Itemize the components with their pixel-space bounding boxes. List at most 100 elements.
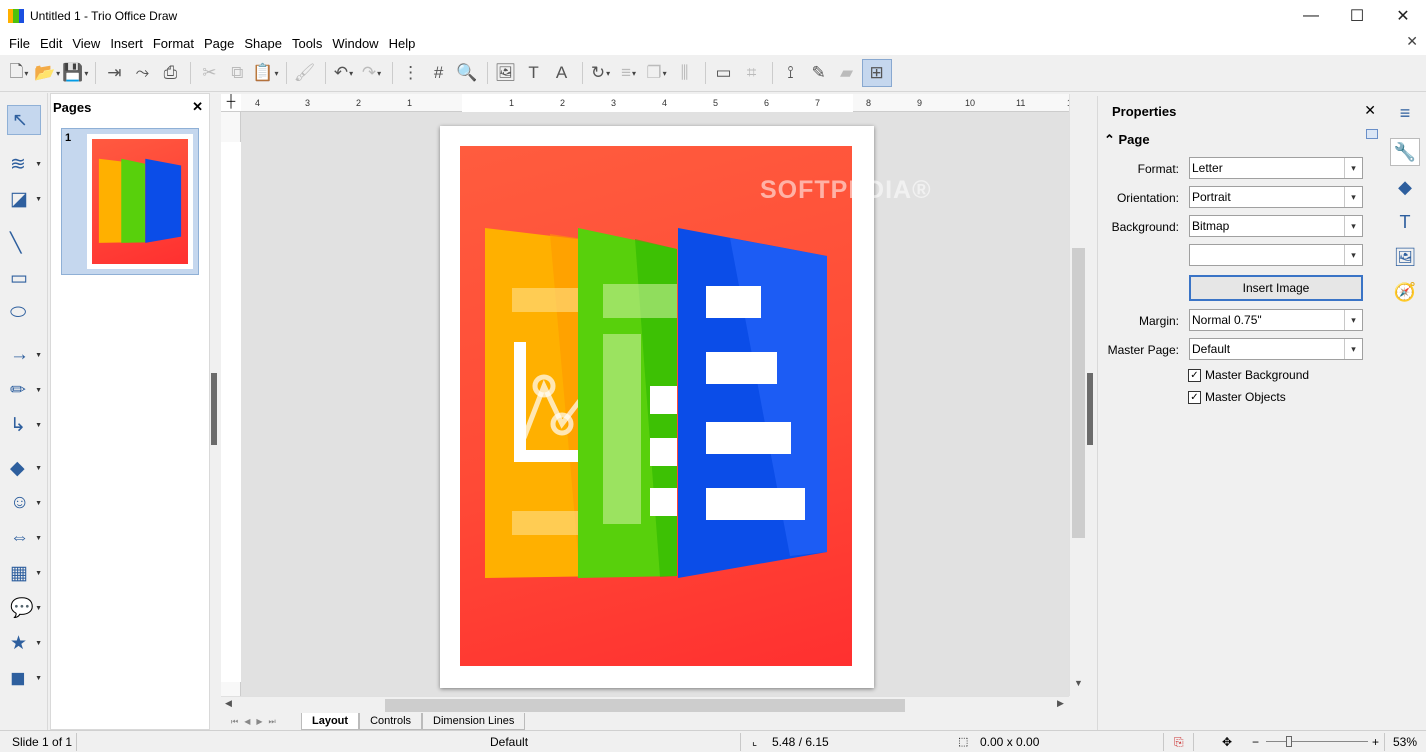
cut-icon[interactable]: ✂ [196, 59, 222, 87]
save-icon[interactable]: 💾 ▾ [62, 59, 88, 87]
grid-display-icon[interactable]: ⋮ [398, 59, 424, 87]
page[interactable]: SOFTPEDIA® [440, 126, 931, 688]
rectangle-icon[interactable]: ▭ [6, 263, 42, 293]
zoom-level[interactable]: 53% [1393, 735, 1417, 749]
arrow-icon[interactable]: → ▼ [6, 340, 42, 370]
menu-file[interactable]: File [4, 36, 35, 51]
vertical-scroll-thumb[interactable] [1072, 248, 1085, 538]
undo-icon[interactable]: ↶ ▾ [331, 59, 357, 87]
toggle-extrusion-icon[interactable]: ▰ [834, 59, 860, 87]
basic-shapes-icon[interactable]: ◆ ▼ [6, 453, 42, 483]
drawing-canvas[interactable]: SOFTPEDIA® [241, 112, 1069, 696]
zoom-slider-knob[interactable] [1286, 736, 1292, 747]
rotate-icon[interactable]: ↻ ▾ [588, 59, 614, 87]
left-splitter-grip[interactable] [211, 373, 217, 445]
tab-last-icon[interactable]: ⏭ [269, 717, 276, 727]
export-pdf-icon[interactable]: ⤳ [129, 59, 155, 87]
vertical-scrollbar[interactable]: ▼ [1069, 94, 1086, 696]
styles-deck-icon[interactable]: T [1390, 208, 1420, 236]
properties-close-icon[interactable]: ✕ [1364, 102, 1376, 119]
minimize-button[interactable]: — [1288, 0, 1334, 31]
curve-icon[interactable]: ✏ ▼ [6, 375, 42, 405]
dropdown-arrow-icon[interactable]: ▾ [663, 69, 667, 78]
horizontal-scrollbar[interactable]: ◀ ▶ [221, 696, 1069, 713]
dropdown-arrow-icon[interactable]: ▾ [632, 69, 636, 78]
align-icon[interactable]: ≡ ▾ [616, 59, 642, 87]
menu-page[interactable]: Page [199, 36, 239, 51]
fill-color-icon[interactable]: ◪ ▼ [6, 184, 42, 214]
flowchart-icon[interactable]: ▦ ▼ [6, 558, 42, 588]
fit-page-icon[interactable]: ✥ [1222, 735, 1232, 749]
glue-points-icon[interactable]: ✎ [806, 59, 832, 87]
new-icon[interactable]: 🗋 ▾ [6, 59, 32, 87]
3d-objects-icon[interactable]: ◼ ▼ [6, 663, 42, 693]
master-page-status[interactable]: Default [490, 735, 528, 749]
master-objects-checkbox[interactable]: ✓ Master Objects [1188, 390, 1286, 404]
page-thumbnail[interactable] [87, 134, 193, 269]
menu-shape[interactable]: Shape [239, 36, 287, 51]
dropdown-arrow-icon[interactable]: ▾ [377, 69, 381, 78]
dropdown-arrow-icon[interactable]: ▼ [35, 422, 42, 429]
close-document-icon[interactable]: ✕ [1406, 33, 1418, 50]
print-icon[interactable]: ⎙ [157, 59, 183, 87]
menu-format[interactable]: Format [148, 36, 199, 51]
zoom-out-button[interactable]: − [1252, 735, 1259, 749]
scroll-right-arrow[interactable]: ▶ [1057, 698, 1064, 709]
master-page-select[interactable]: Default ▾ [1189, 338, 1363, 360]
tab-next-icon[interactable]: ▶ [256, 717, 262, 727]
dropdown-arrow-icon[interactable]: ▼ [35, 161, 42, 168]
dropdown-arrow-icon[interactable]: ▾ [349, 69, 353, 78]
checkbox-checked-icon[interactable]: ✓ [1188, 368, 1201, 382]
zoom-in-button[interactable]: + [1372, 735, 1379, 749]
redo-icon[interactable]: ↷ ▾ [359, 59, 385, 87]
paste-icon[interactable]: 📋 ▾ [252, 59, 278, 87]
dropdown-arrow-icon[interactable]: ▾ [56, 69, 60, 78]
format-select[interactable]: Letter ▾ [1189, 157, 1363, 179]
page-section-header[interactable]: ⌃ Page [1104, 132, 1150, 148]
symbol-shapes-icon[interactable]: ☺ ▼ [6, 488, 42, 518]
dropdown-arrow-icon[interactable]: ▾ [275, 69, 279, 78]
dropdown-arrow-icon[interactable]: ▾ [84, 69, 88, 78]
pages-panel-close-icon[interactable]: ✕ [192, 99, 203, 115]
master-background-checkbox[interactable]: ✓ Master Background [1188, 368, 1309, 382]
tab-prev-icon[interactable]: ◀ [244, 717, 250, 727]
distribute-icon[interactable]: ⫼ [672, 59, 698, 87]
logo-image[interactable] [460, 146, 852, 666]
insert-text-box-icon[interactable]: T [521, 59, 547, 87]
line-icon[interactable]: ╲ [6, 228, 42, 258]
shapes-deck-icon[interactable]: ◆ [1390, 173, 1420, 201]
tab-controls[interactable]: Controls [359, 713, 423, 730]
clone-formatting-icon[interactable]: 🖌 [292, 59, 318, 87]
ellipse-icon[interactable]: ⬭ [6, 298, 42, 328]
document-modified-icon[interactable]: ⎘ [1174, 735, 1184, 750]
page-more-options-icon[interactable] [1366, 129, 1378, 139]
open-icon[interactable]: 📂 ▾ [34, 59, 60, 87]
right-splitter-grip[interactable] [1087, 373, 1093, 445]
arrange-icon[interactable]: ❐ ▾ [644, 59, 670, 87]
menu-help[interactable]: Help [384, 36, 421, 51]
tab-dimension-lines[interactable]: Dimension Lines [422, 713, 526, 730]
dropdown-arrow-icon[interactable]: ▼ [35, 352, 42, 359]
background-select[interactable]: Bitmap ▾ [1189, 215, 1363, 237]
dropdown-arrow-icon[interactable]: ▼ [35, 605, 42, 612]
select-icon[interactable]: ↖ [7, 105, 41, 135]
left-panel-splitter[interactable] [210, 93, 218, 730]
dropdown-arrow-icon[interactable]: ▾ [24, 69, 28, 78]
scroll-left-arrow[interactable]: ◀ [225, 698, 232, 709]
dropdown-arrow-icon[interactable]: ▼ [35, 387, 42, 394]
dropdown-arrow-icon[interactable]: ▼ [35, 570, 42, 577]
dropdown-arrow-icon[interactable]: ▼ [35, 640, 42, 647]
shadow-icon[interactable]: ▭ [711, 59, 737, 87]
menu-window[interactable]: Window [327, 36, 383, 51]
snap-to-grid-icon[interactable]: # [426, 59, 452, 87]
menu-view[interactable]: View [67, 36, 105, 51]
menu-tools[interactable]: Tools [287, 36, 327, 51]
insert-fontwork-icon[interactable]: A [549, 59, 575, 87]
zoom-slider[interactable] [1266, 741, 1368, 742]
bitmap-select[interactable]: ▾ [1189, 244, 1363, 266]
dropdown-arrow-icon[interactable]: ▼ [35, 465, 42, 472]
insert-image-icon[interactable]: 🖼 [493, 59, 519, 87]
dropdown-arrow-icon[interactable]: ▼ [35, 675, 42, 682]
menu-insert[interactable]: Insert [105, 36, 148, 51]
dropdown-arrow-icon[interactable]: ▼ [35, 500, 42, 507]
